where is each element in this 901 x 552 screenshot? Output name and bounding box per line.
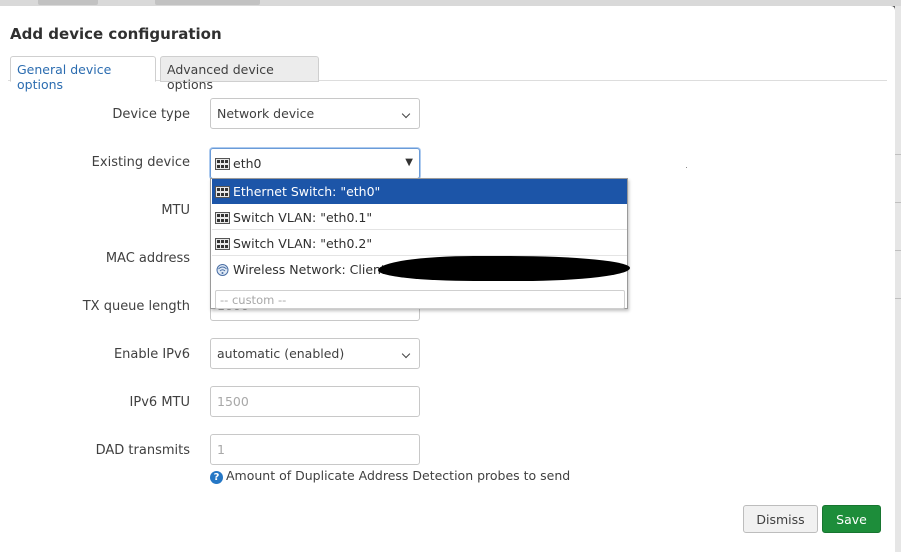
chevron-down-icon [401, 99, 415, 128]
dismiss-button[interactable]: Dismiss [743, 505, 818, 533]
dropdown-item-label: Ethernet Switch: "eth0" [233, 184, 381, 199]
enable-ipv6-select[interactable]: automatic (enabled) [210, 338, 420, 369]
background-tab [155, 0, 260, 5]
tab-advanced-device-options[interactable]: Advanced device options [160, 56, 319, 92]
background-divider [895, 250, 901, 251]
enable-ipv6-label: Enable IPv6 [113, 347, 190, 362]
tx-queue-length-label: TX queue length [82, 299, 190, 314]
ethernet-switch-icon [215, 158, 230, 170]
ethernet-switch-icon [215, 186, 230, 198]
tab-bar: General device options Advanced device o… [8, 55, 887, 92]
dropdown-item-label: Switch VLAN: "eth0.2" [233, 236, 373, 251]
save-button[interactable]: Save [822, 505, 881, 533]
existing-device-dropdown: Ethernet Switch: "eth0" Switch VLAN: "et… [210, 178, 628, 309]
dropdown-item-eth0[interactable]: Ethernet Switch: "eth0" [212, 179, 627, 204]
mtu-label: MTU [161, 203, 190, 218]
dropdown-item-eth0-2[interactable]: Switch VLAN: "eth0.2" [212, 231, 627, 256]
background-tab [38, 0, 98, 5]
modal-title: Add device configuration [10, 25, 222, 43]
dad-transmits-label: DAD transmits [95, 443, 190, 458]
dad-transmits-input[interactable]: 1 [210, 434, 420, 465]
dropdown-item-label: Wireless Network: Client [233, 262, 386, 277]
wireless-icon [216, 264, 229, 276]
dropdown-arrow-icon: ▼ [405, 157, 413, 168]
background-divider [895, 298, 901, 299]
background-page-edge [895, 6, 901, 552]
switch-vlan-icon [215, 212, 230, 224]
custom-device-input[interactable]: -- custom -- [215, 290, 625, 309]
switch-vlan-icon [215, 238, 230, 250]
existing-device-select[interactable]: eth0 ▼ [210, 148, 420, 179]
enable-ipv6-value: automatic (enabled) [217, 346, 345, 361]
ipv6-mtu-input[interactable]: 1500 [210, 386, 420, 417]
device-type-label: Device type [112, 107, 190, 122]
ipv6-mtu-label: IPv6 MTU [129, 395, 190, 410]
dad-transmits-help: ? Amount of Duplicate Address Detection p… [210, 468, 570, 484]
dropdown-item-label: Switch VLAN: "eth0.1" [233, 210, 373, 225]
help-icon: ? [210, 471, 223, 484]
existing-device-value: eth0 [233, 156, 262, 171]
mac-address-label: MAC address [105, 251, 190, 266]
existing-device-label: Existing device [91, 155, 190, 170]
device-type-select[interactable]: Network device [210, 98, 420, 129]
dad-transmits-help-text: Amount of Duplicate Address Detection pr… [226, 468, 571, 483]
background-divider [895, 154, 901, 155]
redaction-mark [378, 256, 630, 281]
dropdown-item-eth0-1[interactable]: Switch VLAN: "eth0.1" [212, 205, 627, 230]
chevron-down-icon [401, 339, 415, 368]
background-divider [895, 202, 901, 203]
stray-dot [686, 167, 687, 168]
tab-general-device-options[interactable]: General device options [10, 56, 156, 92]
device-type-value: Network device [217, 106, 315, 121]
